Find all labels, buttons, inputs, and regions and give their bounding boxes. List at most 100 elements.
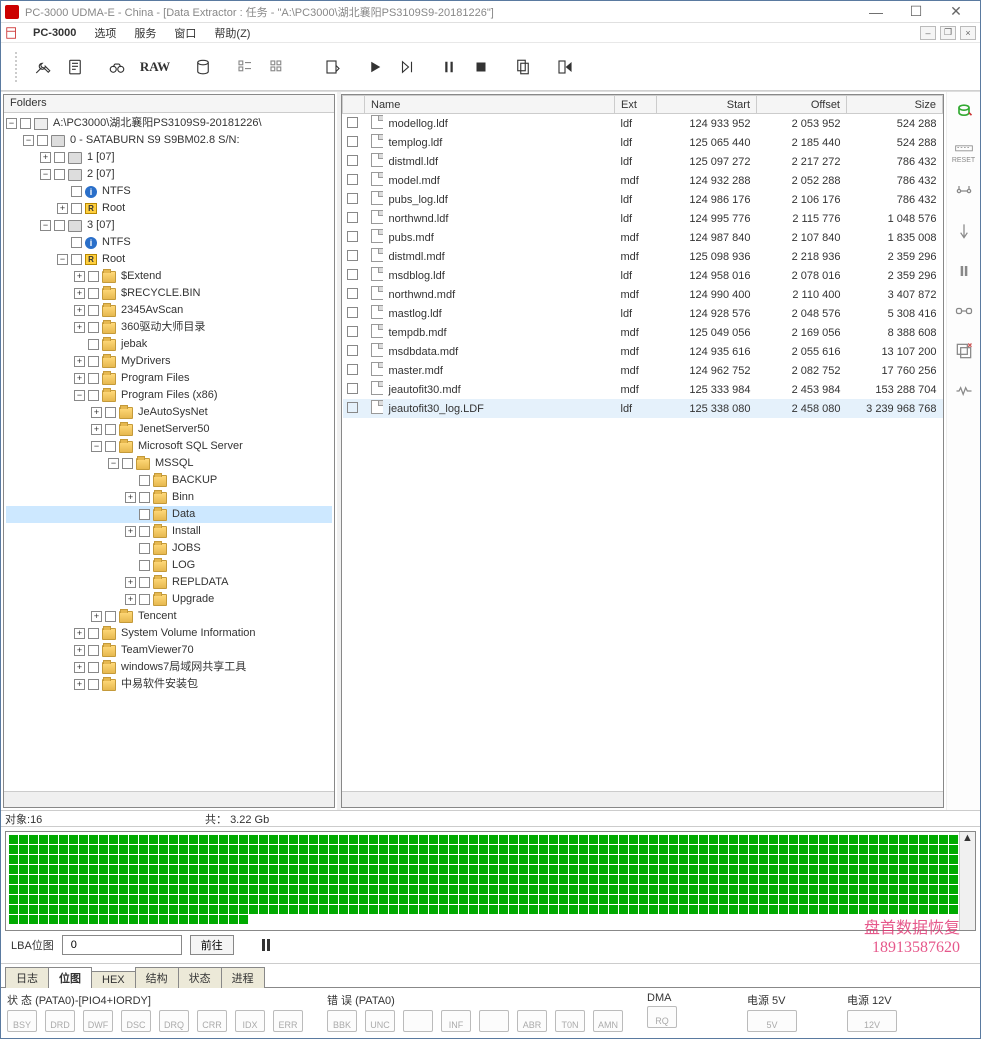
tree-node[interactable]: +中易软件安装包 [6, 676, 332, 693]
copy-icon[interactable] [509, 52, 537, 82]
tab-HEX[interactable]: HEX [91, 971, 136, 988]
row-check[interactable] [347, 345, 358, 356]
row-check[interactable] [347, 383, 358, 394]
tree-node[interactable]: BACKUP [6, 472, 332, 489]
file-row[interactable]: northwnd.ldfldf124 995 7762 115 7761 048… [343, 209, 943, 228]
map-mode2-icon[interactable] [263, 52, 291, 82]
tree-node[interactable]: iNTFS [6, 234, 332, 251]
tree-node[interactable]: +Program Files [6, 370, 332, 387]
probe-icon[interactable] [951, 218, 977, 244]
menu-service[interactable]: 服务 [126, 23, 164, 43]
row-check[interactable] [347, 155, 358, 166]
lba-input-wrap[interactable] [62, 935, 182, 955]
mdi-minimize-button[interactable]: – [920, 26, 936, 40]
tree-node[interactable]: iNTFS [6, 183, 332, 200]
raw-button[interactable]: RAW [135, 52, 175, 82]
script-icon[interactable] [61, 52, 89, 82]
tools-icon[interactable] [29, 52, 57, 82]
tree-node[interactable]: +REPLDATA [6, 574, 332, 591]
row-check[interactable] [347, 307, 358, 318]
window-minimize-button[interactable]: — [856, 2, 896, 22]
file-row[interactable]: distmdl.mdfmdf125 098 9362 218 9362 359 … [343, 247, 943, 266]
file-row[interactable]: jeautofit30.mdfmdf125 333 9842 453 98415… [343, 380, 943, 399]
row-check[interactable] [347, 231, 358, 242]
tree-node[interactable]: +1 [07] [6, 149, 332, 166]
pause-side-icon[interactable] [951, 258, 977, 284]
row-check[interactable] [347, 326, 358, 337]
tab-位图[interactable]: 位图 [48, 967, 92, 988]
menu-options[interactable]: 选项 [86, 23, 124, 43]
tree-node[interactable]: +JeAutoSysNet [6, 404, 332, 421]
file-row[interactable]: modellog.ldfldf124 933 9522 053 952524 2… [343, 114, 943, 134]
col-offset[interactable]: Offset [757, 96, 847, 114]
sector-map[interactable]: ▲ [5, 831, 976, 931]
col-size[interactable]: Size [847, 96, 943, 114]
file-row[interactable]: msdblog.ldfldf124 958 0162 078 0162 359 … [343, 266, 943, 285]
tree-node[interactable]: +System Volume Information [6, 625, 332, 642]
exit-icon[interactable] [551, 52, 579, 82]
lba-input[interactable] [67, 937, 177, 953]
sector-map-vscroll[interactable]: ▲ [959, 832, 975, 930]
tab-进程[interactable]: 进程 [221, 967, 265, 988]
file-row[interactable]: model.mdfmdf124 932 2882 052 288786 432 [343, 171, 943, 190]
tree-node[interactable]: −3 [07] [6, 217, 332, 234]
lba-go-button[interactable]: 前往 [190, 935, 234, 955]
col-ext[interactable]: Ext [615, 96, 657, 114]
tree-node[interactable]: −MSSQL [6, 455, 332, 472]
col-check[interactable] [343, 96, 365, 114]
row-check[interactable] [347, 136, 358, 147]
file-row[interactable]: distmdl.ldfldf125 097 2722 217 272786 43… [343, 152, 943, 171]
row-check[interactable] [347, 212, 358, 223]
mdi-close-button[interactable]: × [960, 26, 976, 40]
tab-日志[interactable]: 日志 [5, 967, 49, 988]
tree-node[interactable]: +$Extend [6, 268, 332, 285]
menu-app[interactable]: PC-3000 [25, 25, 84, 41]
menu-window[interactable]: 窗口 [166, 23, 204, 43]
tab-结构[interactable]: 结构 [135, 967, 179, 988]
play-icon[interactable] [361, 52, 389, 82]
reset-icon[interactable]: RESET [951, 138, 977, 164]
tree-node[interactable]: +JenetServer50 [6, 421, 332, 438]
row-check[interactable] [347, 174, 358, 185]
power-cycle-icon[interactable] [951, 98, 977, 124]
binoculars-icon[interactable] [103, 52, 131, 82]
window-maximize-button[interactable]: ☐ [896, 2, 936, 22]
tree-node[interactable]: Data [6, 506, 332, 523]
signal-icon[interactable] [951, 178, 977, 204]
folders-hscroll[interactable] [4, 791, 334, 807]
tree-node[interactable]: −2 [07] [6, 166, 332, 183]
tree-node[interactable]: +Binn [6, 489, 332, 506]
tree-node[interactable]: +2345AvScan [6, 302, 332, 319]
file-row[interactable]: pubs_log.ldfldf124 986 1762 106 176786 4… [343, 190, 943, 209]
file-row[interactable]: master.mdfmdf124 962 7522 082 75217 760 … [343, 361, 943, 380]
mdi-restore-button[interactable]: ❐ [940, 26, 956, 40]
resistor-icon[interactable] [951, 378, 977, 404]
tree-node[interactable]: −Microsoft SQL Server [6, 438, 332, 455]
files-hscroll[interactable] [342, 791, 943, 807]
tree-node[interactable]: −Program Files (x86) [6, 387, 332, 404]
tree-node[interactable]: −A:\PC3000\湖北襄阳PS3109S9-20181226\ [6, 115, 332, 132]
tree-node[interactable]: +TeamViewer70 [6, 642, 332, 659]
tree-node[interactable]: −RRoot [6, 251, 332, 268]
folder-tree[interactable]: −A:\PC3000\湖北襄阳PS3109S9-20181226\−0 - SA… [4, 113, 334, 791]
tree-node[interactable]: −0 - SATABURN S9 S9BM02.8 S/N: [6, 132, 332, 149]
row-check[interactable] [347, 269, 358, 280]
pause-icon[interactable] [435, 52, 463, 82]
file-row[interactable]: northwnd.mdfmdf124 990 4002 110 4003 407… [343, 285, 943, 304]
row-check[interactable] [347, 402, 358, 413]
tree-node[interactable]: +360驱动大师目录 [6, 319, 332, 336]
row-check[interactable] [347, 117, 358, 128]
file-list[interactable]: Name Ext Start Offset Size modellog.ldfl… [342, 95, 943, 791]
chain-icon[interactable] [951, 298, 977, 324]
tree-node[interactable]: +$RECYCLE.BIN [6, 285, 332, 302]
file-row[interactable]: tempdb.mdfmdf125 049 0562 169 0568 388 6… [343, 323, 943, 342]
col-start[interactable]: Start [657, 96, 757, 114]
step-icon[interactable] [393, 52, 421, 82]
lba-pause-icon[interactable] [262, 939, 270, 951]
tree-node[interactable]: +MyDrivers [6, 353, 332, 370]
tree-node[interactable]: +RRoot [6, 200, 332, 217]
tree-node[interactable]: +Install [6, 523, 332, 540]
file-row[interactable]: templog.ldfldf125 065 4402 185 440524 28… [343, 133, 943, 152]
file-row[interactable]: msdbdata.mdfmdf124 935 6162 055 61613 10… [343, 342, 943, 361]
row-check[interactable] [347, 364, 358, 375]
